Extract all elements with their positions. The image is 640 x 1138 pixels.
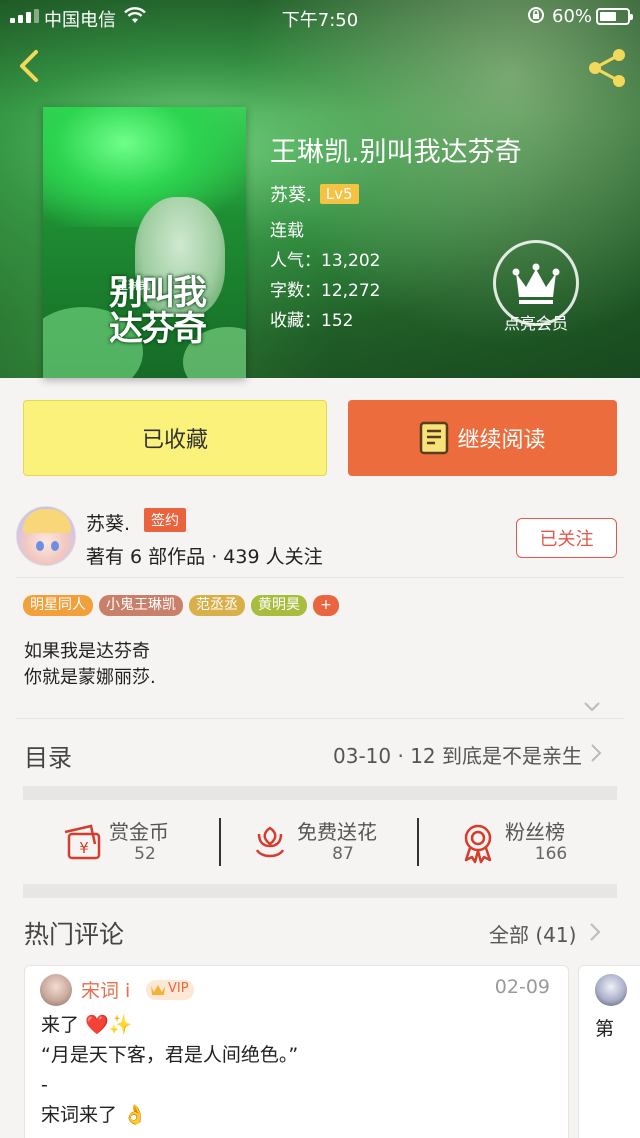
vip-badge-label: VIP bbox=[168, 981, 189, 996]
toc-label: 目录 bbox=[24, 744, 72, 772]
share-button[interactable] bbox=[586, 46, 630, 90]
cover-small-text: 王琳凯 bbox=[117, 279, 150, 292]
chevron-right-icon bbox=[590, 923, 601, 941]
svg-text:¥: ¥ bbox=[79, 839, 89, 857]
comment-card[interactable]: 宋词 i VIP 02-09 来了 ❤️✨ “月是天下客，君是人间绝色。” - … bbox=[24, 965, 569, 1138]
commenter-avatar[interactable] bbox=[595, 974, 627, 1006]
action-count: 52 bbox=[134, 844, 156, 864]
crown-icon bbox=[151, 985, 165, 995]
orientation-lock-icon bbox=[527, 6, 545, 29]
commenter-avatar[interactable] bbox=[40, 974, 72, 1006]
tag[interactable]: 小鬼王琳凯 bbox=[99, 595, 183, 616]
author-works: 著有 6 部作品 · 439 人关注 bbox=[86, 546, 323, 568]
tag-list: 明星同人 小鬼王琳凯 范丞丞 黄明昊 + bbox=[23, 595, 339, 616]
back-button[interactable] bbox=[14, 46, 48, 86]
add-tag-button[interactable]: + bbox=[313, 595, 339, 616]
book-icon bbox=[420, 421, 449, 455]
medal-icon bbox=[464, 824, 492, 864]
coin-envelope-icon: ¥ bbox=[64, 824, 101, 860]
section-divider bbox=[23, 884, 617, 898]
section-divider bbox=[23, 786, 617, 800]
battery-icon bbox=[596, 8, 633, 25]
support-actions: ¥ 赏金币 52 免费送花 87 粉丝榜 166 bbox=[23, 808, 617, 882]
intro-line: 你就是蒙娜丽莎. bbox=[24, 667, 156, 688]
crown-icon bbox=[493, 240, 579, 326]
chevron-left-icon bbox=[20, 50, 38, 82]
continue-reading-button[interactable]: 继续阅读 bbox=[348, 400, 617, 476]
send-flower-button[interactable]: 免费送花 87 bbox=[221, 808, 419, 882]
comment-body: 来了 ❤️✨ “月是天下客，君是人间绝色。” - 宋词来了 👌 bbox=[41, 1014, 299, 1126]
status-bar: 中国电信 下午7:50 60% bbox=[0, 0, 640, 34]
signed-badge: 签约 bbox=[144, 508, 186, 532]
follow-button[interactable]: 已关注 bbox=[516, 518, 617, 558]
book-author[interactable]: 苏葵. bbox=[270, 181, 312, 207]
latest-chapter: 03-10 · 12 到底是不是亲生 bbox=[333, 744, 582, 768]
level-badge: Lv5 bbox=[319, 184, 359, 204]
follow-label: 已关注 bbox=[539, 529, 594, 550]
tag[interactable]: 范丞丞 bbox=[189, 595, 245, 616]
book-intro: 如果我是达芬奇 你就是蒙娜丽莎. bbox=[24, 639, 156, 691]
fan-ranking-button[interactable]: 粉丝榜 166 bbox=[419, 808, 617, 882]
table-of-contents-row[interactable]: 目录 03-10 · 12 到底是不是亲生 bbox=[24, 738, 602, 772]
comment-date: 02-09 bbox=[494, 976, 550, 998]
chevron-right-icon bbox=[591, 744, 602, 762]
vip-badge: VIP bbox=[146, 980, 194, 1000]
divider bbox=[16, 718, 624, 719]
intro-line: 如果我是达芬奇 bbox=[24, 641, 150, 662]
favorites-count: 收藏：152 bbox=[270, 311, 354, 331]
battery-percent: 60% bbox=[552, 6, 593, 27]
tag[interactable]: 明星同人 bbox=[23, 595, 93, 616]
action-count: 87 bbox=[332, 844, 354, 864]
word-count: 字数：12,272 bbox=[270, 281, 381, 301]
vip-button[interactable]: 点亮会员 bbox=[493, 240, 579, 334]
favorited-label: 已收藏 bbox=[141, 428, 208, 453]
reward-coin-button[interactable]: ¥ 赏金币 52 bbox=[23, 808, 221, 882]
divider bbox=[16, 577, 624, 578]
author-avatar[interactable] bbox=[16, 506, 76, 566]
book-stats: 连载 人气：13,202 字数：12,272 收藏：152 bbox=[270, 216, 380, 336]
comment-body: 第 bbox=[595, 1018, 615, 1040]
action-label: 赏金币 bbox=[109, 820, 169, 844]
share-icon bbox=[589, 49, 625, 87]
chevron-down-icon bbox=[584, 702, 600, 712]
author-line: 苏葵. Lv5 bbox=[270, 181, 359, 207]
flower-icon bbox=[255, 826, 285, 858]
popularity: 人气：13,202 bbox=[270, 251, 381, 271]
expand-intro-button[interactable] bbox=[583, 698, 601, 717]
continue-reading-label: 继续阅读 bbox=[457, 428, 546, 453]
book-cover[interactable]: 别叫我达芬奇 王琳凯 bbox=[43, 107, 246, 378]
favorited-button[interactable]: 已收藏 bbox=[23, 400, 327, 476]
action-label: 粉丝榜 bbox=[505, 820, 565, 844]
all-comments-link[interactable]: 全部 (41) bbox=[489, 919, 576, 948]
commenter-name[interactable]: 宋词 i bbox=[81, 976, 130, 1003]
book-title: 王琳凯.别叫我达芬奇 bbox=[270, 137, 522, 168]
tag[interactable]: 黄明昊 bbox=[251, 595, 307, 616]
author-name[interactable]: 苏葵. bbox=[86, 509, 130, 536]
book-status: 连载 bbox=[270, 221, 304, 241]
hot-comments-title: 热门评论 bbox=[24, 920, 125, 949]
action-label: 免费送花 bbox=[297, 820, 377, 844]
comment-card[interactable]: 第 bbox=[578, 965, 640, 1138]
action-count: 166 bbox=[534, 844, 568, 864]
